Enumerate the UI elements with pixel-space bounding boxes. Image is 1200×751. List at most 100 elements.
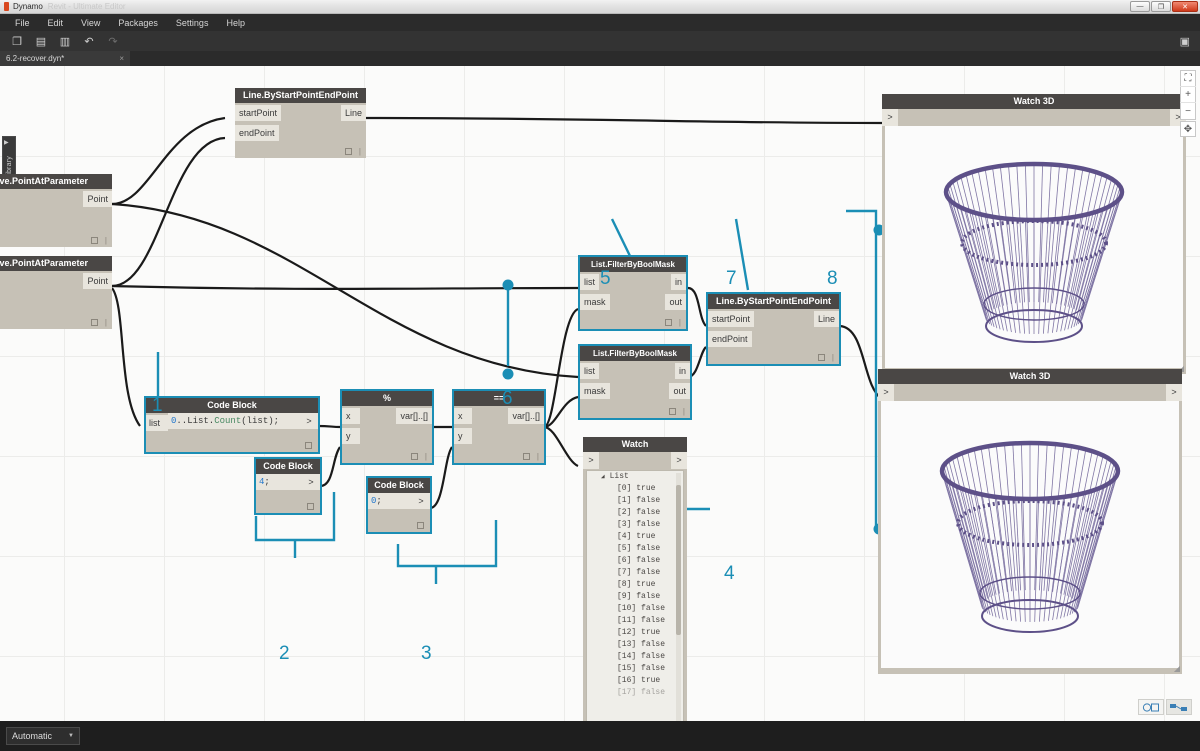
node-preview-toggle[interactable] [665, 319, 672, 326]
watch3d-viewport-bottom[interactable] [881, 401, 1179, 668]
port-watch3d-out[interactable]: > [1166, 384, 1182, 401]
port-point-out[interactable]: Point [83, 191, 112, 207]
menu-packages[interactable]: Packages [109, 16, 167, 30]
port-watch3d-in[interactable]: > [878, 384, 894, 401]
port-out-out[interactable]: out [665, 294, 686, 310]
chevron-down-icon[interactable]: ◢ [601, 471, 605, 483]
code-block-expression[interactable]: 4; [256, 474, 302, 490]
node-code-block-2[interactable]: Code Block 4; > [254, 457, 322, 515]
watch-list-root[interactable]: ◢ List [587, 471, 683, 483]
menu-file[interactable]: File [6, 16, 39, 30]
node-line-bystartpointendpoint-1[interactable]: Line.ByStartPointEndPoint startPoint end… [235, 88, 366, 158]
port-startpoint[interactable]: startPoint [235, 105, 282, 121]
annotation-2: 2 [279, 643, 290, 664]
node-code-block-3[interactable]: Code Block 0; > [366, 476, 432, 534]
port-watch-out[interactable]: > [671, 452, 687, 469]
list-item: [14] false [617, 652, 666, 661]
camera-icon[interactable]: ▣ [1180, 35, 1190, 48]
annotation-3: 3 [421, 643, 432, 664]
list-item: [4] true [617, 532, 656, 541]
port-list[interactable]: list [580, 363, 599, 379]
minimize-button[interactable]: — [1130, 1, 1150, 12]
pan-icon[interactable]: ✥ [1180, 121, 1196, 137]
port-mask[interactable]: mask [580, 294, 610, 310]
port-x[interactable]: x [454, 408, 472, 424]
node-preview-toggle[interactable] [818, 354, 825, 361]
run-mode-select[interactable]: Automatic ▼ [6, 727, 80, 745]
port-list[interactable]: list [580, 274, 599, 290]
port-startpoint[interactable]: startPoint [708, 311, 755, 327]
menu-view[interactable]: View [72, 16, 109, 30]
node-list-filterbyboolmask-1[interactable]: List.FilterByBoolMask list mask in out | [578, 255, 688, 331]
port-list[interactable]: list [146, 415, 168, 431]
zoom-in-icon[interactable]: + [1180, 87, 1196, 103]
port-y[interactable]: y [454, 428, 472, 444]
graph-view-toggle[interactable] [1166, 699, 1192, 715]
port-mask[interactable]: mask [580, 383, 610, 399]
code-block-output-port[interactable]: > [412, 493, 430, 509]
maximize-button[interactable]: ❐ [1151, 1, 1171, 12]
port-x[interactable]: x [342, 408, 360, 424]
open-folder-icon[interactable]: ▤ [29, 32, 53, 50]
node-list-filterbyboolmask-2[interactable]: List.FilterByBoolMask list mask in out | [578, 344, 692, 420]
dynamo-window: Dynamo Revit - Ultimate Editor — ❐ ✕ Fil… [0, 0, 1200, 751]
node-preview-toggle[interactable] [345, 148, 352, 155]
node-preview-toggle[interactable] [417, 522, 424, 529]
node-preview-toggle[interactable] [307, 503, 314, 510]
code-token-semicolon: ; [264, 477, 270, 487]
node-watch3d-top[interactable]: Watch 3D > > [882, 94, 1186, 374]
node-title: Watch [583, 437, 687, 452]
save-icon[interactable]: ▥ [53, 32, 77, 50]
port-watch-in[interactable]: > [583, 452, 599, 469]
node-preview-toggle[interactable] [91, 319, 98, 326]
chevron-right-icon[interactable]: ▶ [4, 139, 9, 146]
graph-canvas[interactable]: Library ▶ Line.ByStartPointEndPoint star… [0, 66, 1200, 721]
port-in-out[interactable]: in [670, 274, 686, 290]
resize-handle-icon[interactable]: ◢ [1174, 664, 1180, 673]
port-out-out[interactable]: out [669, 383, 690, 399]
fit-to-screen-icon[interactable]: ⛶ [1180, 71, 1196, 87]
port-line-out[interactable]: Line [340, 105, 366, 121]
code-block-output-port[interactable]: > [300, 413, 318, 429]
node-preview-toggle[interactable] [411, 453, 418, 460]
port-endpoint[interactable]: endPoint [235, 125, 279, 141]
annotation-7: 7 [726, 268, 737, 289]
new-file-icon[interactable]: ❐ [5, 32, 29, 50]
undo-icon[interactable]: ↶ [77, 32, 101, 50]
menu-settings[interactable]: Settings [167, 16, 218, 30]
port-watch3d-in[interactable]: > [882, 109, 898, 126]
port-var-out[interactable]: var[]..[] [396, 408, 432, 424]
node-equals[interactable]: == x y var[]..[] | [452, 389, 546, 465]
scrollbar-thumb[interactable] [676, 485, 681, 635]
port-point-out[interactable]: Point [83, 273, 112, 289]
menu-edit[interactable]: Edit [39, 16, 73, 30]
node-curve-pointatparameter-2[interactable]: Curve.PointAtParameter curve param Point… [0, 256, 112, 329]
watch3d-viewport-top[interactable] [885, 126, 1183, 368]
close-button[interactable]: ✕ [1172, 1, 1198, 12]
port-in-out[interactable]: in [674, 363, 690, 379]
code-block-output-port[interactable]: > [302, 474, 320, 490]
node-watch[interactable]: Watch > > ◢ List [0] true [1] false [2] f… [583, 437, 687, 721]
node-preview-toggle[interactable] [523, 453, 530, 460]
background-3d-preview-toggle[interactable] [1138, 699, 1164, 715]
node-preview-toggle[interactable] [91, 237, 98, 244]
node-watch3d-bottom[interactable]: Watch 3D > > ◢ [878, 369, 1182, 674]
watch-result-list[interactable]: ◢ List [0] true [1] false [2] false [3] f… [586, 470, 684, 721]
port-line-out[interactable]: Line [813, 311, 839, 327]
node-code-block-1[interactable]: Code Block list 0..List.Count(list); > [144, 396, 320, 454]
port-y[interactable]: y [342, 428, 360, 444]
node-line-bystartpointendpoint-2[interactable]: Line.ByStartPointEndPoint startPoint end… [706, 292, 841, 366]
code-block-expression[interactable]: 0..List.Count(list); [168, 413, 300, 429]
tab-workspace[interactable]: 6.2-recover.dyn* × [0, 51, 130, 66]
redo-icon[interactable]: ↷ [101, 32, 125, 50]
port-endpoint[interactable]: endPoint [708, 331, 752, 347]
node-curve-pointatparameter-1[interactable]: Curve.PointAtParameter curve param Point… [0, 174, 112, 247]
node-modulo[interactable]: % x y var[]..[] | [340, 389, 434, 465]
code-block-expression[interactable]: 0; [368, 493, 412, 509]
close-icon[interactable]: × [101, 54, 124, 63]
node-preview-toggle[interactable] [669, 408, 676, 415]
port-var-out[interactable]: var[]..[] [508, 408, 544, 424]
node-preview-toggle[interactable] [305, 442, 312, 449]
menu-help[interactable]: Help [217, 16, 254, 30]
zoom-out-icon[interactable]: − [1180, 103, 1196, 119]
